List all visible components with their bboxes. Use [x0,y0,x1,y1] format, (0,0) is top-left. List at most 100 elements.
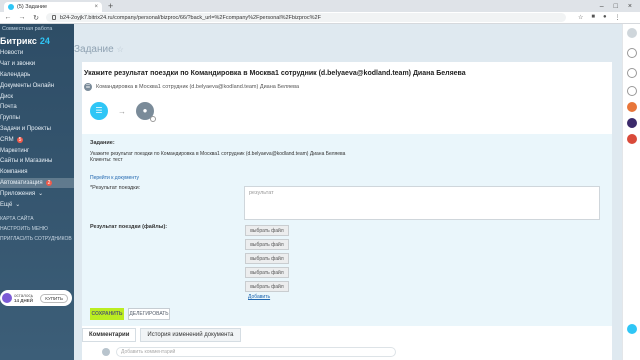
sidebar-item-mail[interactable]: Почта [0,102,74,113]
favicon-icon [8,4,14,10]
browser-tabbar: (5) Задание × + – □ × [0,0,640,12]
sidebar-item-label: Сайты и Магазины [0,158,53,165]
sidebar-item-label: Автоматизация [0,179,43,186]
sidebar-item-label: CRM [0,136,14,143]
page-title: Задание [74,43,114,55]
extensions-icon[interactable]: ■ [591,14,595,21]
workflow-filter-icon: ☰ [90,102,108,120]
logo[interactable]: Битрикс 24 [0,34,74,48]
tariff-icon [2,293,12,303]
task-subtitle: ☰ Командировка в Москва1 сотрудник (d.be… [84,83,299,91]
profile-avatar-icon[interactable] [627,28,637,38]
sidebar-item-label: Документы Онлайн [0,82,55,89]
chevron-down-icon: ⌄ [15,202,21,209]
choose-file-button[interactable]: выбрать файл [245,239,289,250]
tab-document-history[interactable]: История изменений документа [140,328,241,342]
choose-file-button[interactable]: выбрать файл [245,253,289,264]
sidebar-item-label: Группы [0,115,20,122]
task-title: Укажите результат поездки по Командировк… [84,70,466,77]
logo-number: 24 [39,36,50,46]
browser-menu-icon[interactable]: ⋮ [615,14,621,21]
left-sidebar: Совместная работа Битрикс 24 Новости Чат… [0,24,74,360]
configure-menu-link[interactable]: НАСТРОИТЬ МЕНЮ [0,224,74,234]
sidebar-item-label: Почта [0,104,17,111]
sitemap-link[interactable]: КАРТА САЙТА [0,214,74,224]
close-window-button[interactable]: × [628,3,632,10]
sidebar-item-label: Чат и звонки [0,61,36,68]
sidebar-item-label: Задачи и Проекты [0,125,51,132]
go-to-document-link[interactable]: Перейти к документу [90,175,139,181]
choose-file-button[interactable]: выбрать файл [245,267,289,278]
url-input[interactable]: b24-2oyjk7.bitrix24.ru/company/personal/… [46,13,566,22]
sidebar-top-text: Совместная работа [2,26,53,32]
invite-employees-link[interactable]: ПРИГЛАСИТЬ СОТРУДНИКОВ [0,234,74,244]
arrow-right-icon: → [118,106,126,116]
main-content: Задание ☆ Укажите результат поездки по К… [74,24,622,360]
sidebar-item-apps[interactable]: Приложения ⌄ [0,188,74,199]
minimize-button[interactable]: – [600,3,604,10]
bookmark-star-icon[interactable]: ☆ [578,14,583,21]
tab-title: (5) Задание [17,4,48,10]
sidebar-item-label: Новости [0,50,24,57]
task-card: Укажите результат поездки по Командировк… [82,62,612,360]
save-button[interactable]: СОХРАНИТЬ [90,308,124,320]
result-textarea[interactable]: результат [244,186,600,220]
sidebar-item-sites[interactable]: Сайты и Магазины [0,156,74,167]
sidebar-item-label: Календарь [0,71,31,78]
task-subtitle-text: Командировка в Москва1 сотрудник (d.bely… [96,84,300,90]
sidebar-item-label: Компания [0,169,28,176]
automation-counter-badge: 2 [45,179,53,186]
sidebar-item-groups[interactable]: Группы [0,113,74,124]
user-avatar-icon[interactable] [627,102,637,112]
user-avatar-icon[interactable] [627,134,637,144]
page-header: Задание ☆ [74,34,622,64]
delegate-button[interactable]: ДЕЛЕГИРОВАТЬ [128,308,170,320]
chat-icon[interactable] [627,324,637,334]
comment-input[interactable]: Добавить комментарий [116,347,396,357]
favorite-star-icon[interactable]: ☆ [117,45,124,54]
clock-icon[interactable] [627,68,637,78]
sidebar-item-disk[interactable]: Диск [0,91,74,102]
tariff-widget: осталось 14 ДНЕЙ КУПИТЬ [0,290,72,306]
section-label: Задание: [90,140,115,146]
user-avatar-icon[interactable] [627,118,637,128]
notifications-icon[interactable] [627,48,637,58]
avatar [102,348,110,356]
comment-bar: Добавить комментарий [82,344,612,360]
forward-icon[interactable]: → [18,14,26,21]
choose-file-button[interactable]: выбрать файл [245,281,289,292]
sidebar-item-chat[interactable]: Чат и звонки [0,59,74,70]
sidebar-item-news[interactable]: Новости [0,48,74,59]
logo-text: Битрикс [0,36,37,46]
address-bar: ← → ↻ b24-2oyjk7.bitrix24.ru/company/per… [0,12,640,24]
task-tabs: Комментарии История изменений документа [82,328,241,342]
sidebar-item-company[interactable]: Компания [0,167,74,178]
add-file-link[interactable]: Добавить [248,294,270,300]
search-icon[interactable] [627,86,637,96]
result-label: *Результат поездки: [90,185,141,191]
choose-file-button[interactable]: выбрать файл [245,225,289,236]
task-clients: Клиенты: тест [90,157,123,163]
reload-icon[interactable]: ↻ [32,14,40,22]
crm-counter-badge: 5 [16,136,24,143]
user-avatar-icon: ● [136,102,156,122]
buy-button[interactable]: КУПИТЬ [40,293,68,303]
top-strip [74,24,622,34]
url-text: b24-2oyjk7.bitrix24.ru/company/personal/… [60,14,321,21]
back-icon[interactable]: ← [4,14,12,21]
sidebar-item-crm[interactable]: CRM 5 [0,134,74,145]
maximize-button[interactable]: □ [614,3,618,10]
sidebar-item-automation[interactable]: Автоматизация 2 [0,177,74,189]
new-tab-button[interactable]: + [108,1,113,11]
browser-tab[interactable]: (5) Задание × [4,2,102,12]
tab-comments[interactable]: Комментарии [82,328,137,342]
sidebar-item-calendar[interactable]: Календарь [0,70,74,81]
sidebar-item-tasks[interactable]: Задачи и Проекты [0,124,74,135]
sidebar-item-marketing[interactable]: Маркетинг [0,145,74,156]
tariff-line2: 14 ДНЕЙ [14,298,33,303]
profile-icon[interactable]: ● [603,14,607,21]
sidebar-item-docs[interactable]: Документы Онлайн [0,80,74,91]
lock-icon [52,15,56,20]
sidebar-item-more[interactable]: Ещё ⌄ [0,199,74,210]
close-tab-icon[interactable]: × [94,4,98,10]
